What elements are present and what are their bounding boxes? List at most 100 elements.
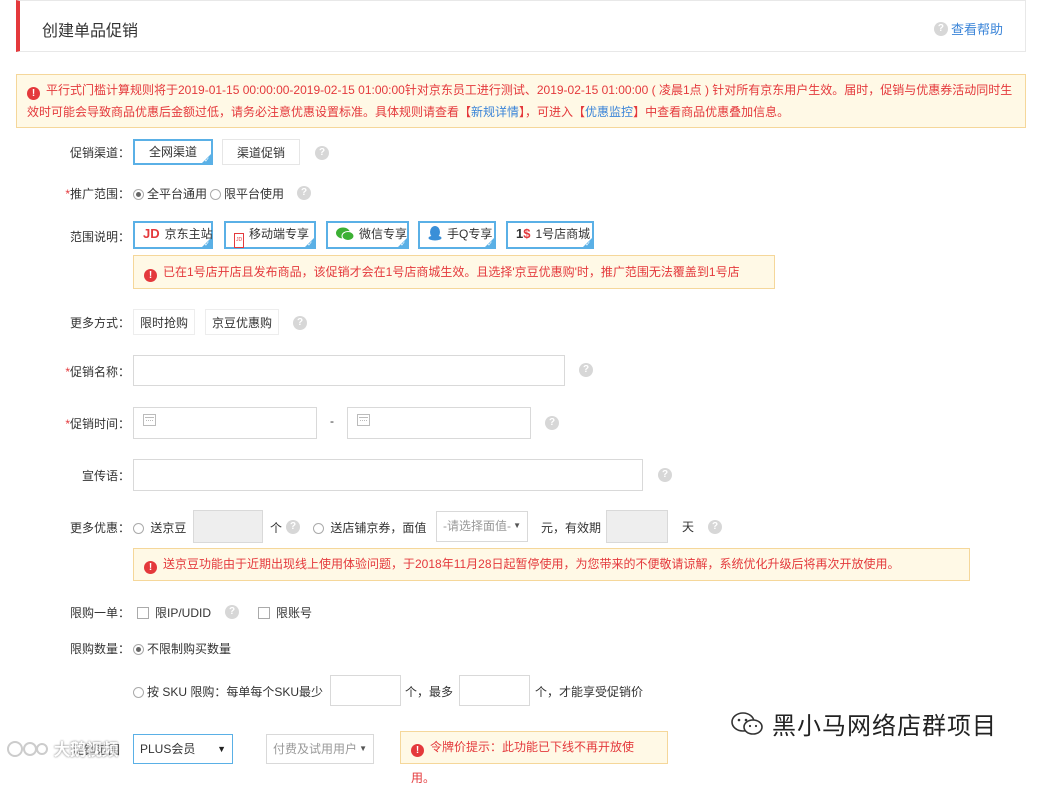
beans-help-icon[interactable]: ? xyxy=(286,520,300,534)
checkbox-icon[interactable] xyxy=(137,607,149,619)
calendar-icon xyxy=(143,414,156,426)
time-separator: - xyxy=(330,414,334,428)
unlimited-option[interactable]: 不限制购买数量 xyxy=(133,640,231,657)
sku-limit-option[interactable]: 按 SKU 限购：每单每个SKU最少 xyxy=(133,683,323,700)
limit-qty-label: 限购数量： xyxy=(69,642,130,656)
range-item-wechat-label: 微信专享 xyxy=(359,227,408,241)
scope-option-limited[interactable]: 限平台使用 xyxy=(210,185,284,202)
help-link-label: 查看帮助 xyxy=(950,22,1003,37)
error-icon: ! xyxy=(144,561,157,574)
method-flash-sale[interactable]: 限时抢购 xyxy=(133,309,196,335)
channel-option-all[interactable]: 全网渠道 xyxy=(133,139,213,167)
member-type-select-text: PLUS会员 xyxy=(140,742,196,756)
new-rules-link[interactable]: 新规详情 xyxy=(471,105,519,119)
scope-label-text: 推广范围： xyxy=(69,187,130,201)
question-icon: ? xyxy=(933,21,948,36)
watermark-right: 黑小马网络店群项目 xyxy=(730,706,997,741)
send-coupon-option[interactable]: 送店铺京券，面值 xyxy=(313,519,426,536)
qq-icon xyxy=(428,226,442,241)
checkbox-icon[interactable] xyxy=(258,607,270,619)
slogan-label: 宣传语： xyxy=(81,469,130,483)
start-time-input[interactable] xyxy=(133,407,317,439)
sku-limit-label: 按 SKU 限购：每单每个SKU最少 xyxy=(147,685,324,699)
calendar-icon xyxy=(357,414,370,426)
radio-checked-icon[interactable] xyxy=(133,644,144,655)
range-item-jd-main[interactable]: JD 京东主站 xyxy=(133,221,213,251)
slogan-help-icon[interactable]: ? xyxy=(658,468,672,482)
range-desc-label: 范围说明： xyxy=(69,230,130,244)
range-item-yhd[interactable]: 1$ 1号店商城 xyxy=(506,221,594,251)
token-price-notice: ! 令牌价提示：此功能已下线不再开放使用。 xyxy=(400,731,668,785)
rules-notice: ! 平行式门槛计算规则将于2019-01-15 00:00:00-2019-02-… xyxy=(16,74,1026,128)
sku-max-input[interactable] xyxy=(459,675,530,706)
limit-ip-label: 限IP/UDID xyxy=(155,606,212,620)
radio-checked-icon[interactable] xyxy=(133,189,144,200)
sku-tail-label: 个，才能享受促销价 xyxy=(535,685,644,699)
radio-unchecked-icon[interactable] xyxy=(133,523,144,534)
unlimited-label: 不限制购买数量 xyxy=(147,642,232,656)
range-item-wechat[interactable]: 微信专享 xyxy=(326,221,409,251)
method-jd-beans[interactable]: 京豆优惠购 xyxy=(205,309,280,335)
day-unit: 天 xyxy=(682,520,695,534)
coupon-help-icon[interactable]: ? xyxy=(708,520,722,534)
help-link[interactable]: ? 查看帮助 xyxy=(933,19,1003,38)
range-item-mobile[interactable]: JD 移动端专享 xyxy=(224,221,316,251)
coupon-value-select[interactable]: -请选择面值- ▼ xyxy=(436,511,528,542)
yhd-notice-text: 已在1号店开店且发布商品，该促销才会在1号店商城生效。且选择'京豆优惠购'时，推… xyxy=(163,265,740,279)
more-methods-help-icon[interactable]: ? xyxy=(293,316,307,330)
limit-ip-option[interactable]: 限IP/UDID xyxy=(137,604,211,621)
channel-help-icon[interactable]: ? xyxy=(315,146,329,160)
scope-option-limited-label: 限平台使用 xyxy=(224,187,285,201)
limit-account-label: 限账号 xyxy=(276,606,313,620)
send-beans-option[interactable]: 送京豆 xyxy=(133,519,186,536)
user-type-select-text: 付费及试用用户 xyxy=(273,742,358,756)
valid-period-label: 元，有效期 xyxy=(541,521,602,535)
send-beans-label: 送京豆 xyxy=(150,521,187,535)
promo-name-input[interactable] xyxy=(133,355,565,386)
valid-days-input[interactable] xyxy=(606,510,668,543)
promo-time-label-text: 促销时间： xyxy=(69,417,130,431)
page-title: 创建单品促销 xyxy=(42,23,139,40)
end-time-input[interactable] xyxy=(347,407,531,439)
range-item-jd-main-label: 京东主站 xyxy=(164,227,213,241)
radio-unchecked-icon[interactable] xyxy=(133,687,144,698)
video-logo-icon xyxy=(7,741,48,757)
range-item-yhd-label: 1号店商城 xyxy=(535,227,591,241)
caret-down-icon: ▼ xyxy=(513,521,521,530)
scope-option-all[interactable]: 全平台通用 xyxy=(133,185,207,202)
sku-most-label: 个，最多 xyxy=(405,685,454,699)
promo-name-label-text: 促销名称： xyxy=(69,365,130,379)
promo-time-label: *促销时间： xyxy=(15,415,130,432)
error-icon: ! xyxy=(144,269,157,282)
more-offer-label: 更多优惠： xyxy=(69,521,130,535)
scope-label: *推广范围： xyxy=(15,185,130,202)
sku-min-input[interactable] xyxy=(330,675,401,706)
user-type-select[interactable]: 付费及试用用户 ▼ xyxy=(266,734,374,764)
beans-count-input[interactable] xyxy=(193,510,263,543)
send-coupon-label: 送店铺京券，面值 xyxy=(330,521,427,535)
scope-help-icon[interactable]: ? xyxy=(297,186,311,200)
radio-unchecked-icon[interactable] xyxy=(313,523,324,534)
limit-account-option[interactable]: 限账号 xyxy=(258,604,312,621)
promo-time-help-icon[interactable]: ? xyxy=(545,416,559,430)
beans-notice-text: 送京豆功能由于近期出现线上使用体验问题，于2018年11月28日起暂停使用，为您… xyxy=(163,557,900,571)
page-header: 创建单品促销 ? 查看帮助 xyxy=(16,0,1026,52)
limit-ip-help-icon[interactable]: ? xyxy=(225,605,239,619)
channel-label: 促销渠道： xyxy=(69,146,130,160)
error-icon: ! xyxy=(411,744,424,757)
member-type-select[interactable]: PLUS会员 ▼ xyxy=(133,734,233,764)
range-item-qq-label: 手Q专享 xyxy=(447,227,493,241)
radio-unchecked-icon[interactable] xyxy=(210,189,221,200)
discount-monitor-link[interactable]: 优惠监控 xyxy=(585,105,633,119)
channel-option-channel[interactable]: 渠道促销 xyxy=(222,139,300,165)
range-item-qq[interactable]: 手Q专享 xyxy=(418,221,496,251)
watermark-right-text: 黑小马网络店群项目 xyxy=(772,712,997,740)
limit-one-label: 限购一单： xyxy=(69,606,130,620)
slogan-input[interactable] xyxy=(133,459,643,491)
range-item-mobile-label: 移动端专享 xyxy=(249,227,310,241)
mobile-jd-icon: JD xyxy=(234,233,244,248)
coupon-value-select-text: -请选择面值- xyxy=(443,519,511,533)
promo-name-help-icon[interactable]: ? xyxy=(579,363,593,377)
yhd-logo-icon: 1$ xyxy=(516,226,531,241)
token-price-notice-text: 令牌价提示：此功能已下线不再开放使用。 xyxy=(411,740,635,785)
